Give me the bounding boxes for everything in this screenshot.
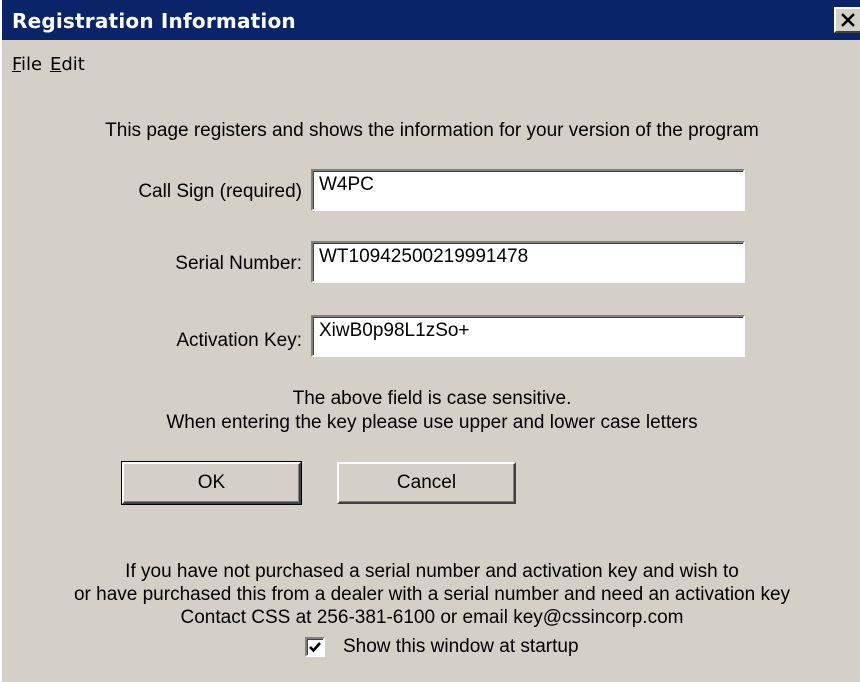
menu-file-mnemonic: F: [12, 54, 22, 75]
intro-text: This page registers and shows the inform…: [105, 120, 759, 141]
menu-bar: File Edit: [2, 40, 860, 76]
case-sensitive-note: The above field is case sensitive.: [292, 388, 572, 409]
menu-edit[interactable]: Edit: [50, 54, 85, 75]
serial-number-field[interactable]: WT10942500219991478: [311, 241, 745, 283]
activation-key-label: Activation Key:: [176, 330, 302, 351]
activation-key-field[interactable]: XiwB0p98L1zSo+: [311, 315, 745, 357]
menu-edit-rest: dit: [61, 54, 85, 75]
purchase-info-line2: or have purchased this from a dealer wit…: [73, 584, 791, 605]
call-sign-field[interactable]: W4PC: [311, 169, 745, 211]
call-sign-label: Call Sign (required): [138, 181, 302, 202]
purchase-info-line1: If you have not purchased a serial numbe…: [125, 561, 739, 582]
case-instructions-note: When entering the key please use upper a…: [166, 412, 698, 433]
ok-button[interactable]: OK: [121, 461, 302, 505]
menu-edit-mnemonic: E: [50, 54, 62, 75]
close-button[interactable]: [834, 7, 860, 33]
menu-file[interactable]: File: [12, 54, 42, 75]
cancel-button[interactable]: Cancel: [337, 462, 516, 504]
purchase-info: If you have not purchased a serial numbe…: [2, 560, 860, 629]
show-at-startup-checkbox[interactable]: [305, 637, 325, 657]
purchase-info-line3: Contact CSS at 256-381-6100 or email key…: [180, 607, 684, 628]
window-title: Registration Information: [12, 9, 296, 33]
serial-number-label: Serial Number:: [175, 253, 302, 274]
registration-window: Registration Information File Edit This …: [0, 0, 860, 682]
menu-file-rest: ile: [21, 54, 43, 75]
show-at-startup-label: Show this window at startup: [343, 636, 579, 657]
title-bar[interactable]: Registration Information: [2, 0, 860, 40]
